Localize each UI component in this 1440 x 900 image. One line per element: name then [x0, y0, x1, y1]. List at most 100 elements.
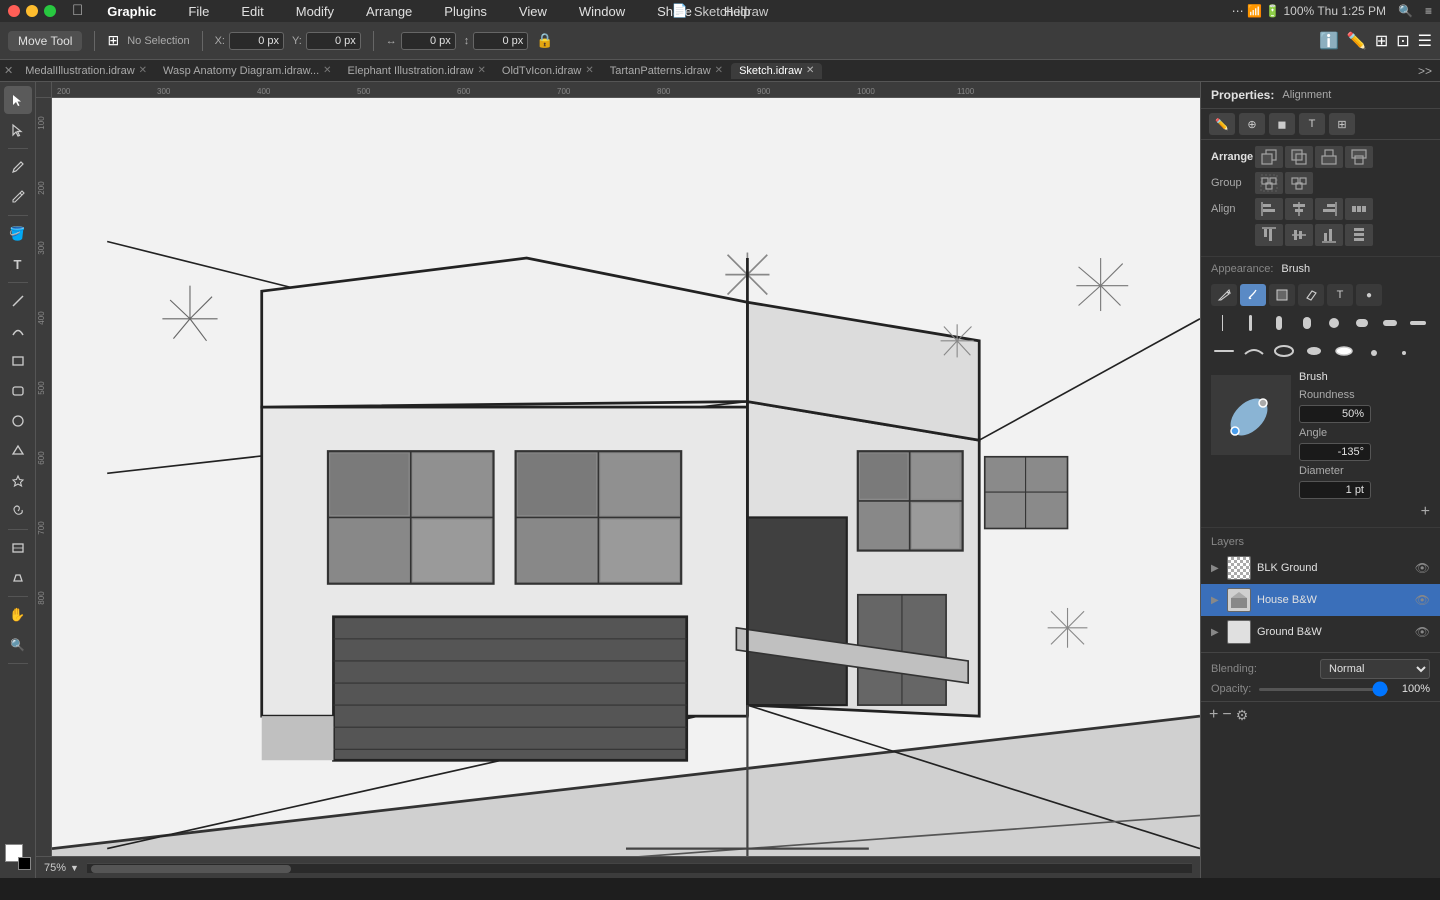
- menu-modify[interactable]: Modify: [288, 2, 342, 21]
- pencil-icon[interactable]: ✏️: [1347, 31, 1367, 51]
- expand-icon-blk[interactable]: ▶: [1211, 563, 1221, 574]
- stroke-6[interactable]: [1361, 340, 1387, 362]
- tab-elephant[interactable]: Elephant Illustration.idraw ✕: [340, 63, 494, 79]
- w-input[interactable]: [401, 32, 456, 50]
- scrollbar-horizontal[interactable]: [87, 863, 1192, 873]
- group-btn[interactable]: [1255, 172, 1283, 194]
- add-button[interactable]: +: [1421, 503, 1430, 520]
- tool-spiral[interactable]: [4, 497, 32, 525]
- panel-btn-fill[interactable]: ◼: [1269, 113, 1295, 135]
- snap-icon[interactable]: ⊡: [1396, 31, 1409, 51]
- panel-btn-resize[interactable]: ⊕: [1239, 113, 1265, 135]
- align-top[interactable]: [1255, 224, 1283, 246]
- panel-btn-text[interactable]: T: [1299, 113, 1325, 135]
- arrange-btn-backward[interactable]: [1285, 146, 1313, 168]
- stroke-3[interactable]: [1271, 340, 1297, 362]
- swatch-container[interactable]: [5, 844, 31, 870]
- apple-menu[interactable]: : [72, 2, 83, 21]
- tool-star[interactable]: [4, 467, 32, 495]
- menu-arrange[interactable]: Arrange: [358, 2, 420, 21]
- search-icon[interactable]: 🔍: [1398, 4, 1413, 18]
- arrange-btn-bottom[interactable]: [1345, 146, 1373, 168]
- layer-ground-bw[interactable]: ▶ Ground B&W 👁: [1201, 616, 1440, 648]
- brush-dot-btn[interactable]: ●: [1356, 284, 1382, 306]
- tab-close-tartan[interactable]: ✕: [715, 65, 723, 76]
- tab-close-oldtv[interactable]: ✕: [585, 65, 593, 76]
- brush-size-6[interactable]: [1350, 312, 1374, 334]
- menu-edit[interactable]: Edit: [233, 2, 271, 21]
- stroke-5[interactable]: [1331, 340, 1357, 362]
- h-input[interactable]: [473, 32, 528, 50]
- align-right[interactable]: [1315, 198, 1343, 220]
- x-input[interactable]: [229, 32, 284, 50]
- opacity-slider[interactable]: [1259, 688, 1388, 691]
- stroke-1[interactable]: [1211, 340, 1237, 362]
- blending-select[interactable]: Normal Multiply Screen: [1320, 659, 1430, 679]
- tool-text[interactable]: T: [4, 250, 32, 278]
- layer-settings-btn[interactable]: ⚙: [1236, 707, 1249, 724]
- brush-text-btn[interactable]: T: [1327, 284, 1353, 306]
- panel-btn-pen[interactable]: ✏️: [1209, 113, 1235, 135]
- arrange-btn-top[interactable]: [1315, 146, 1343, 168]
- menu-plugins[interactable]: Plugins: [436, 2, 495, 21]
- eye-icon-blk[interactable]: 👁: [1415, 561, 1430, 575]
- layer-blk-ground[interactable]: ▶ BLK Ground 👁: [1201, 552, 1440, 584]
- tool-curve[interactable]: [4, 317, 32, 345]
- delete-layer-btn[interactable]: −: [1222, 706, 1231, 724]
- tab-medal[interactable]: MedalIllustration.idraw ✕: [17, 63, 155, 79]
- align-left[interactable]: [1255, 198, 1283, 220]
- tool-paint-bucket[interactable]: 🪣: [4, 220, 32, 248]
- tab-close-medal[interactable]: ✕: [139, 65, 147, 76]
- scrollbar-thumb[interactable]: [91, 865, 291, 873]
- brush-size-5[interactable]: [1323, 312, 1347, 334]
- align-bottom[interactable]: [1315, 224, 1343, 246]
- menu-file[interactable]: File: [180, 2, 217, 21]
- grid-icon[interactable]: ⊞: [1375, 31, 1388, 51]
- minimize-button[interactable]: [26, 5, 38, 17]
- panel-btn-arrange[interactable]: ⊞: [1329, 113, 1355, 135]
- swatch-background[interactable]: [18, 857, 31, 870]
- tab-tartan[interactable]: TartanPatterns.idraw ✕: [602, 63, 731, 79]
- tool-pencil[interactable]: [4, 183, 32, 211]
- tool-pen[interactable]: [4, 153, 32, 181]
- tab-close-sketch[interactable]: ✕: [806, 65, 814, 76]
- align-center-v[interactable]: [1285, 198, 1313, 220]
- stroke-7[interactable]: [1391, 340, 1417, 362]
- expand-icon-ground[interactable]: ▶: [1211, 627, 1221, 638]
- tab-oldtv[interactable]: OldTvIcon.idraw ✕: [494, 63, 602, 79]
- layers-icon[interactable]: ☰: [1418, 31, 1432, 51]
- roundness-input[interactable]: [1299, 405, 1371, 423]
- arrange-btn-1[interactable]: ⊞: [107, 32, 119, 49]
- ungroup-btn[interactable]: [1285, 172, 1313, 194]
- y-input[interactable]: [306, 32, 361, 50]
- zoom-control[interactable]: 75% ▼: [44, 862, 79, 874]
- tool-hand[interactable]: ✋: [4, 601, 32, 629]
- stroke-2[interactable]: [1241, 340, 1267, 362]
- brush-size-3[interactable]: [1267, 312, 1291, 334]
- brush-size-2[interactable]: [1239, 312, 1263, 334]
- eye-icon-house[interactable]: 👁: [1415, 593, 1430, 607]
- tab-close-btn[interactable]: ✕: [4, 64, 13, 77]
- maximize-button[interactable]: [44, 5, 56, 17]
- brush-size-8[interactable]: [1406, 312, 1430, 334]
- arrange-btn-forward[interactable]: [1255, 146, 1283, 168]
- tool-rect-2[interactable]: [4, 534, 32, 562]
- tool-line[interactable]: [4, 287, 32, 315]
- close-button[interactable]: [8, 5, 20, 17]
- tab-close-wasp[interactable]: ✕: [323, 65, 331, 76]
- align-distribute-v[interactable]: [1345, 224, 1373, 246]
- menu-window[interactable]: Window: [571, 2, 633, 21]
- tool-rect[interactable]: [4, 347, 32, 375]
- layer-house-bw[interactable]: ▶ House B&W 👁: [1201, 584, 1440, 616]
- align-middle-h[interactable]: [1285, 224, 1313, 246]
- menu-view[interactable]: View: [511, 2, 555, 21]
- info-icon[interactable]: ℹ️: [1319, 31, 1339, 51]
- add-layer-btn[interactable]: +: [1209, 706, 1218, 724]
- brush-size-4[interactable]: [1295, 312, 1319, 334]
- diameter-input[interactable]: [1299, 481, 1371, 499]
- tool-polygon[interactable]: [4, 437, 32, 465]
- tabs-overflow[interactable]: >>: [1414, 64, 1436, 78]
- menu-graphic[interactable]: Graphic: [99, 2, 164, 21]
- align-distribute[interactable]: [1345, 198, 1373, 220]
- stroke-4[interactable]: [1301, 340, 1327, 362]
